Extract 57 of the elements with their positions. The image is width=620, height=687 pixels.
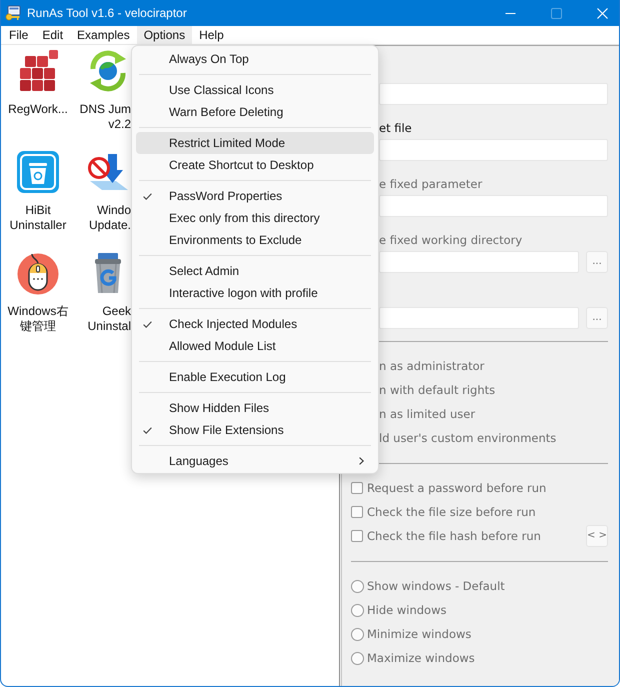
checkbox-label: Check the file size before run bbox=[367, 505, 536, 519]
key-icon bbox=[5, 5, 21, 21]
menu-item[interactable]: Interactive logon with profile bbox=[136, 282, 374, 304]
browse-button[interactable]: ... bbox=[586, 307, 608, 329]
menu-bar-item[interactable]: Edit bbox=[35, 26, 70, 44]
checkbox-label: Request a password before run bbox=[367, 481, 546, 495]
radio-label: Hide windows bbox=[367, 603, 446, 617]
mouse-icon[interactable] bbox=[16, 251, 60, 295]
shortcut-label[interactable]: Windows右 键管理 bbox=[8, 304, 68, 334]
shortcut-label[interactable]: Windo Update. bbox=[88, 203, 131, 233]
menu-item[interactable]: Restrict Limited Mode bbox=[136, 132, 374, 154]
option-label: n as limited user bbox=[379, 407, 476, 421]
menu-item[interactable]: Check Injected Modules bbox=[136, 313, 374, 335]
field-label: e fixed parameter bbox=[379, 177, 482, 191]
option-label: ld user's custom environments bbox=[379, 431, 556, 445]
menu-item[interactable]: Select Admin bbox=[136, 260, 374, 282]
menu-item[interactable]: Warn Before Deleting bbox=[136, 101, 374, 123]
browse-button[interactable]: ... bbox=[586, 251, 608, 273]
menu-item[interactable]: Always On Top bbox=[136, 48, 374, 70]
menu-item[interactable]: Show Hidden Files bbox=[136, 397, 374, 419]
shortcut-label[interactable]: HiBit Uninstaller bbox=[10, 203, 66, 233]
checkmark-icon bbox=[143, 192, 152, 200]
menu-bar-item[interactable]: Examples bbox=[70, 26, 137, 44]
menu-bar-item[interactable]: File bbox=[2, 26, 36, 44]
close-icon bbox=[596, 8, 608, 18]
menu-item[interactable]: Use Classical Icons bbox=[136, 79, 374, 101]
menu-bar-item[interactable]: Help bbox=[192, 26, 231, 44]
menu-bar-item[interactable]: Options bbox=[136, 26, 192, 44]
input-field[interactable] bbox=[379, 251, 579, 273]
shortcut-label[interactable]: DNS Jum v2.2 bbox=[80, 102, 131, 132]
input-field[interactable] bbox=[379, 195, 608, 217]
trash-tile-icon[interactable] bbox=[16, 150, 60, 194]
menu-item[interactable]: Create Shortcut to Desktop bbox=[136, 154, 374, 176]
menu-item[interactable]: Environments to Exclude bbox=[136, 229, 374, 251]
chevron-right-icon bbox=[359, 457, 364, 465]
input-field[interactable] bbox=[379, 83, 608, 105]
menu-item[interactable]: Languages bbox=[136, 450, 374, 472]
menu-item[interactable]: Exec only from this directory bbox=[136, 207, 374, 229]
input-field[interactable] bbox=[379, 307, 579, 329]
checkmark-icon bbox=[143, 426, 152, 434]
menu-item[interactable]: Allowed Module List bbox=[136, 335, 374, 357]
menu-item[interactable]: PassWord Properties bbox=[136, 185, 374, 207]
field-label: et file bbox=[379, 121, 412, 135]
radio-label: Maximize windows bbox=[367, 651, 475, 665]
radio-label: Show windows - Default bbox=[367, 579, 505, 593]
shortcut-label[interactable]: Geek Uninstal bbox=[88, 304, 131, 334]
option-label: n with default rights bbox=[379, 383, 496, 397]
input-field[interactable] bbox=[379, 139, 608, 161]
window-title: RunAs Tool v1.6 - velociraptor bbox=[27, 6, 187, 20]
field-label: e fixed working directory bbox=[379, 233, 522, 247]
menu-item[interactable]: Enable Execution Log bbox=[136, 366, 374, 388]
shortcut-label[interactable]: RegWork... bbox=[8, 102, 68, 117]
option-label: n as administrator bbox=[379, 359, 484, 373]
menu-item[interactable]: Show File Extensions bbox=[136, 419, 374, 441]
radio-label: Minimize windows bbox=[367, 627, 472, 641]
checkmark-icon bbox=[143, 320, 152, 328]
checkbox-label: Check the file hash before run bbox=[367, 529, 541, 543]
